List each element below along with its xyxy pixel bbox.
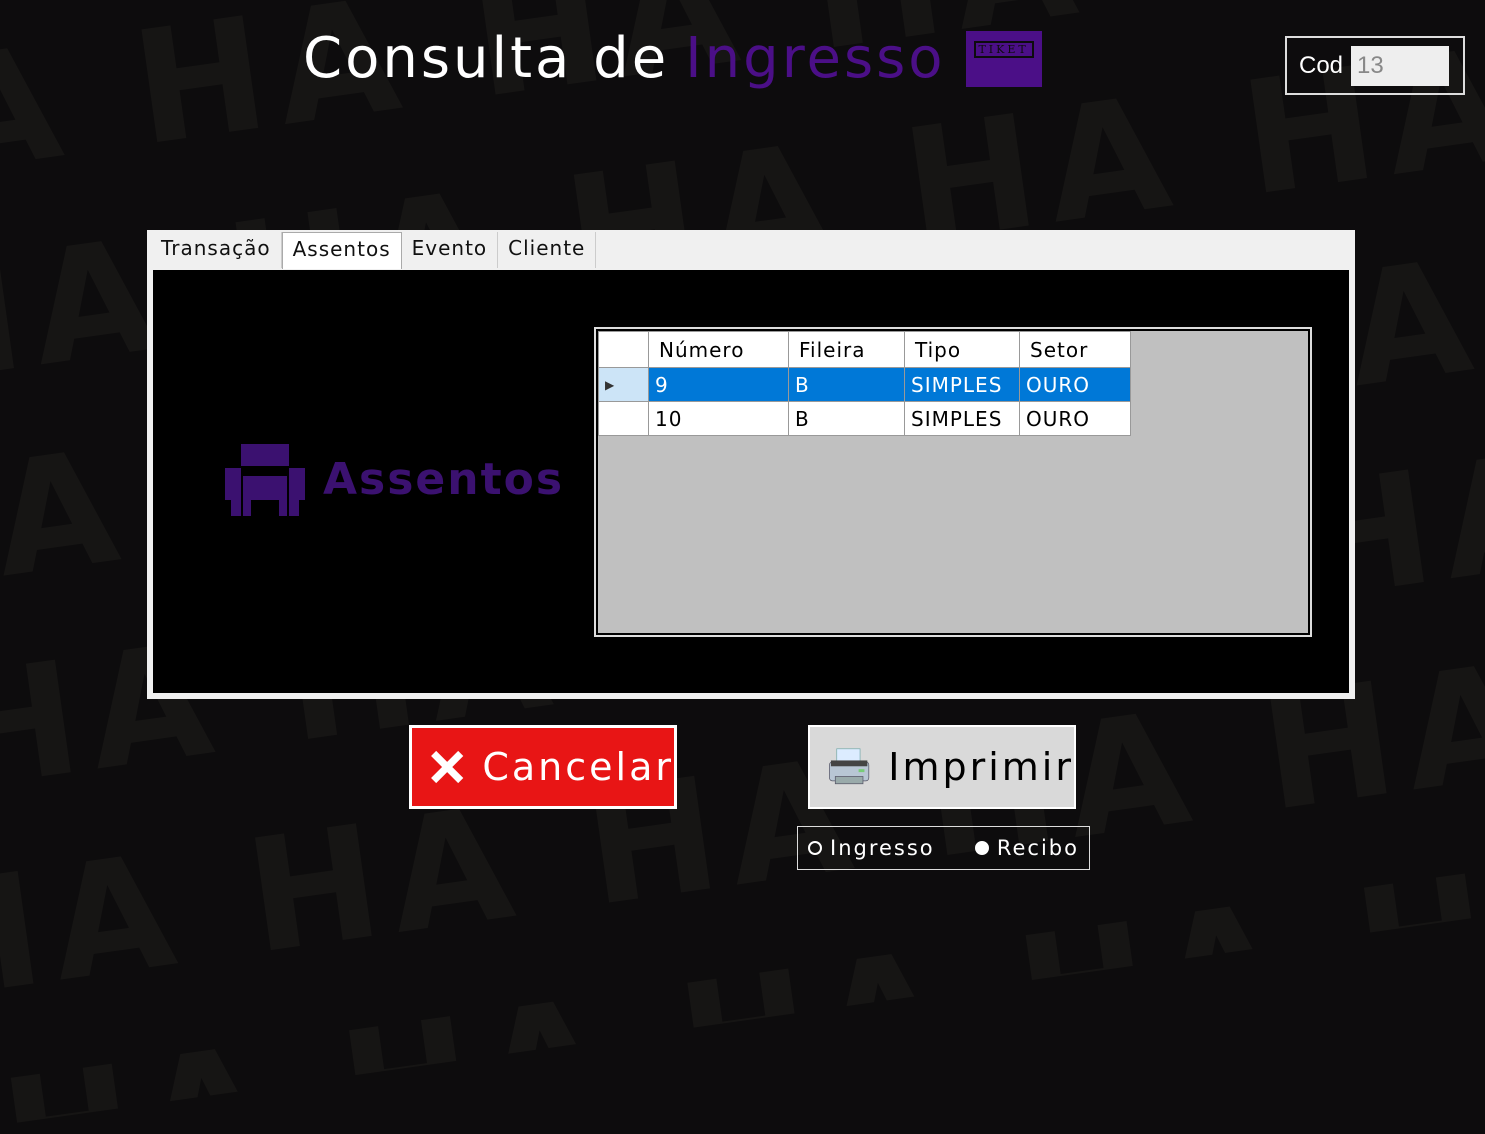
row-header-corner [598, 331, 649, 368]
row-selector[interactable] [598, 401, 649, 436]
tab-cliente[interactable]: Cliente [498, 232, 597, 268]
radio-recibo[interactable]: Recibo [974, 836, 1079, 860]
seats-heading: Assentos [225, 442, 564, 516]
seats-label: Assentos [323, 453, 565, 505]
cell-tipo[interactable]: SIMPLES [904, 367, 1020, 402]
col-tipo[interactable]: Tipo [904, 331, 1020, 368]
armchair-icon [225, 444, 305, 516]
seats-grid[interactable]: Número Fileira Tipo Setor ▶ 9 B SIMPLES … [594, 327, 1312, 637]
row-selector-arrow-icon[interactable]: ▶ [598, 367, 649, 402]
cell-numero[interactable]: 9 [648, 367, 789, 402]
title-text: Consulta de [303, 26, 670, 91]
cod-label: Cod [1299, 51, 1344, 79]
tab-content: Assentos Número Fileira Tipo Setor ▶ 9 B… [153, 270, 1349, 693]
col-fileira[interactable]: Fileira [788, 331, 905, 368]
tab-transacao[interactable]: Transação [151, 232, 282, 268]
cell-numero[interactable]: 10 [648, 401, 789, 436]
print-label: Imprimir [888, 745, 1074, 789]
cancel-label: Cancelar [482, 745, 674, 789]
cancel-button[interactable]: Cancelar [409, 725, 677, 809]
title-highlight: Ingresso [685, 26, 946, 91]
ticket-logo-text: TIKET [973, 40, 1034, 58]
tab-evento[interactable]: Evento [402, 232, 499, 268]
tab-assentos[interactable]: Assentos [281, 232, 402, 269]
tab-bar: Transação Assentos Evento Cliente [147, 230, 1355, 270]
col-setor[interactable]: Setor [1019, 331, 1131, 368]
ticket-icon: TIKET [965, 30, 1042, 87]
table-row[interactable]: 10 B SIMPLES OURO [598, 401, 1131, 436]
page-title: Consulta de Ingresso TIKET [303, 26, 1042, 91]
cell-setor[interactable]: OURO [1019, 367, 1131, 402]
print-button[interactable]: Imprimir [808, 725, 1076, 809]
cell-fileira[interactable]: B [788, 367, 905, 402]
cell-setor[interactable]: OURO [1019, 401, 1131, 436]
print-options: Ingresso Recibo [797, 826, 1090, 870]
radio-label: Recibo [996, 836, 1079, 860]
cell-fileira[interactable]: B [788, 401, 905, 436]
table-row[interactable]: ▶ 9 B SIMPLES OURO [598, 367, 1131, 402]
close-icon [431, 750, 464, 784]
cod-input[interactable] [1351, 45, 1450, 86]
radio-circle-checked[interactable] [974, 841, 989, 855]
printer-icon [829, 748, 870, 785]
tab-panel: Transação Assentos Evento Cliente Assent… [147, 230, 1355, 699]
cell-tipo[interactable]: SIMPLES [904, 401, 1020, 436]
seats-table: Número Fileira Tipo Setor ▶ 9 B SIMPLES … [598, 331, 1131, 436]
radio-circle[interactable] [808, 841, 822, 855]
col-numero[interactable]: Número [648, 331, 789, 368]
radio-ingresso[interactable]: Ingresso [808, 836, 935, 860]
radio-label: Ingresso [830, 836, 935, 860]
cod-field-group: Cod [1285, 36, 1465, 95]
